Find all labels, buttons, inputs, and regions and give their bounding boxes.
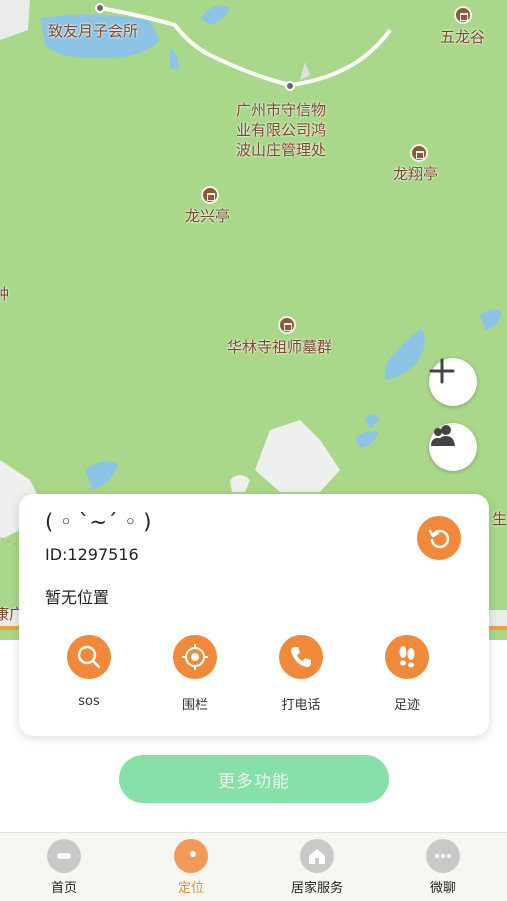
- phone-icon: [291, 647, 311, 667]
- zoom-in-button[interactable]: [429, 358, 477, 406]
- call-button[interactable]: 打电话: [261, 635, 341, 713]
- people-icon: [431, 425, 455, 446]
- tab-home-label: 首页: [50, 881, 77, 896]
- poi-label-edge-right[interactable]: 生: [492, 510, 507, 529]
- tab-location-label: 定位: [177, 881, 204, 896]
- tab-home-service[interactable]: 居家服务: [272, 839, 362, 896]
- location-icon: [174, 839, 208, 873]
- bottom-tab-bar: 首页 定位 居家服务 微聊: [0, 832, 507, 901]
- tab-home-service-label: 居家服务: [290, 881, 343, 896]
- poi-label-longxing[interactable]: 龙兴亭: [185, 207, 230, 226]
- footprints-icon: [399, 646, 415, 668]
- device-name: ( ◦ `~´ ◦ ): [45, 510, 152, 534]
- footprint-label: 足迹: [393, 698, 420, 713]
- poi-label-longxiang[interactable]: 龙翔亭: [393, 165, 438, 184]
- tab-chat-label: 微聊: [429, 881, 456, 896]
- temple-icon: [454, 6, 472, 24]
- more-functions-button[interactable]: 更多功能: [119, 755, 389, 803]
- refresh-icon: [428, 529, 450, 549]
- tab-home[interactable]: 首页: [19, 839, 109, 896]
- footprint-button[interactable]: 足迹: [367, 635, 447, 713]
- call-label: 打电话: [281, 698, 321, 713]
- fence-button[interactable]: 围栏: [155, 635, 235, 713]
- plus-icon: [429, 358, 455, 384]
- temple-icon: [410, 144, 428, 162]
- device-card: ( ◦ `~´ ◦ ) ID:1297516 暂无位置 sos 围栏 打电话 足…: [19, 494, 489, 736]
- sos-label: sos: [78, 694, 100, 709]
- target-icon: [182, 644, 208, 670]
- sos-button[interactable]: sos: [49, 635, 129, 709]
- temple-icon: [201, 186, 219, 204]
- tab-chat[interactable]: 微聊: [398, 839, 488, 896]
- fence-label: 围栏: [181, 698, 208, 713]
- poi-label-zhiyou[interactable]: 致友月子会所: [48, 22, 138, 41]
- temple-icon: [278, 316, 296, 334]
- house-icon: [300, 839, 334, 873]
- tab-location[interactable]: 定位: [146, 839, 236, 896]
- refresh-button[interactable]: [417, 516, 461, 560]
- device-id: ID:1297516: [45, 545, 139, 564]
- poi-label-edge-left[interactable]: 钟: [0, 285, 9, 304]
- chat-icon: [426, 839, 460, 873]
- poi-label-hualin[interactable]: 华林寺祖师墓群: [227, 338, 332, 357]
- search-icon: [77, 645, 101, 669]
- home-icon: [47, 839, 81, 873]
- location-status: 暂无位置: [45, 588, 110, 607]
- poi-label-wulonggu[interactable]: 五龙谷: [440, 28, 485, 47]
- people-button[interactable]: [429, 423, 477, 471]
- poi-label-hongbo-office[interactable]: 广州市守信物 业有限公司鸿 波山庄管理处: [236, 100, 326, 160]
